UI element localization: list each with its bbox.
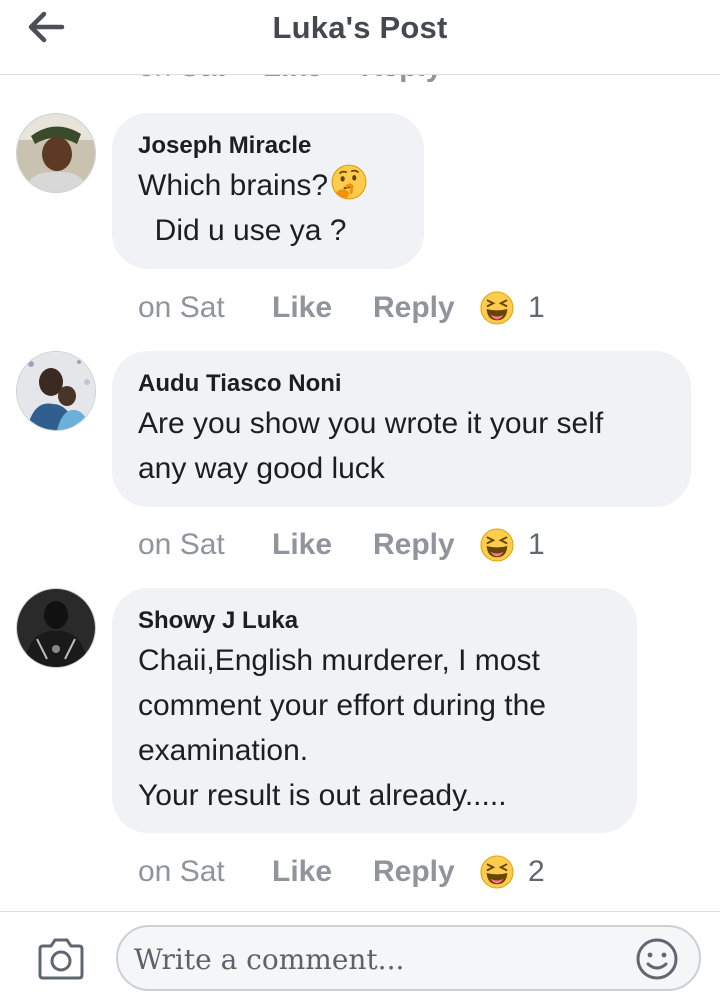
reaction-count: 1 [528,528,545,561]
previous-comment-actions: on Sat Like Reply [138,75,480,84]
comment-text-line: Did u use ya ? [138,214,347,247]
reply-link[interactable]: Reply [373,291,480,325]
comment-author[interactable]: Showy J Luka [138,606,611,636]
laughing-face-icon [480,291,514,325]
comment-text: Are you show you wrote it your self any … [138,407,604,485]
comment-actions: on Sat Like Reply 2 [138,852,545,892]
comment-bubble: Audu Tiasco Noni Are you show you wrote … [112,351,691,507]
header-bar: Luka's Post [0,0,720,75]
smiley-icon [636,938,678,980]
reply-link[interactable]: Reply [373,528,480,562]
reaction-summary[interactable]: 2 [480,855,545,889]
emoji-button[interactable] [635,937,679,981]
avatar-image [17,114,95,192]
thinking-face-icon [331,164,367,200]
comment-time: on Sat [138,75,225,84]
comment-bubble: Joseph Miracle Which brains? Did u use y… [112,113,424,269]
comment-input-box[interactable] [116,925,701,991]
like-link[interactable]: Like [263,75,323,84]
comment-time[interactable]: on Sat [138,528,272,562]
comment-time[interactable]: on Sat [138,855,272,889]
comment-composer [0,911,720,998]
reaction-count: 2 [528,855,545,888]
camera-icon [38,938,84,980]
comment-bubble: Showy J Luka Chaii,English murderer, I m… [112,588,637,833]
comment-author[interactable]: Joseph Miracle [138,131,398,161]
laughing-face-icon [480,855,514,889]
reaction-summary[interactable]: 1 [480,291,545,325]
reaction-summary[interactable]: 1 [480,528,545,562]
comment-text: Which brains? Did u use ya ? [138,163,398,253]
laughing-face-icon [480,528,514,562]
comment-text: Chaii,English murderer, I most comment y… [138,644,546,812]
comment-text-line: Which brains? [138,169,329,202]
comment-list: on Sat Like Reply Joseph Miracle Which b… [0,75,720,911]
comment-actions: on Sat Like Reply 1 [138,288,545,328]
avatar[interactable] [16,113,96,193]
comment-time[interactable]: on Sat [138,291,272,325]
page-title: Luka's Post [272,10,448,45]
avatar-image [17,352,95,430]
comment-author[interactable]: Audu Tiasco Noni [138,369,665,399]
like-link[interactable]: Like [272,528,373,562]
avatar[interactable] [16,351,96,431]
like-link[interactable]: Like [272,855,373,889]
avatar-image [17,589,95,667]
comment-input[interactable] [132,935,626,983]
comment-actions: on Sat Like Reply 1 [138,525,545,565]
avatar[interactable] [16,588,96,668]
like-link[interactable]: Like [272,291,373,325]
reply-link[interactable]: Reply [373,855,480,889]
camera-button[interactable] [36,937,86,981]
reply-link[interactable]: Reply [361,75,443,84]
reaction-count: 1 [528,291,545,324]
